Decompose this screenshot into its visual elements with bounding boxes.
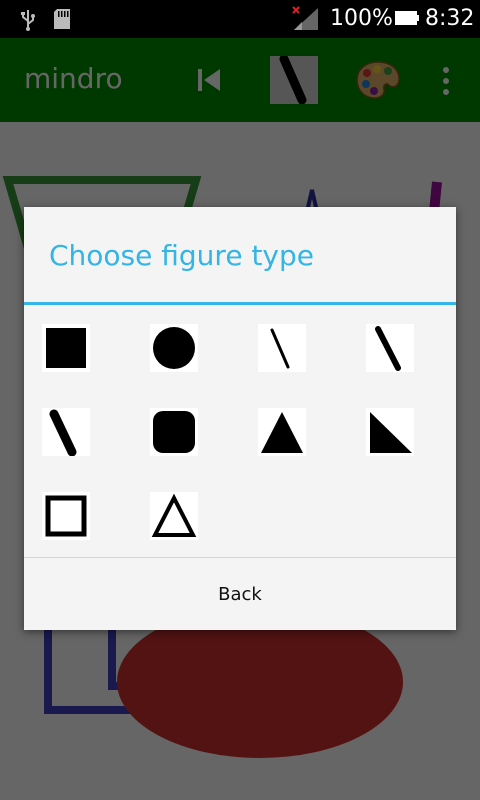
battery-percent: 100% [330,6,393,31]
thin-line-icon[interactable] [258,324,306,372]
status-bar: 100% 8:32 [0,0,480,38]
sd-card-icon [54,9,70,29]
back-button[interactable]: Back [24,558,456,630]
dialog-title: Choose figure type [49,239,315,272]
medium-line-icon[interactable] [366,324,414,372]
battery-icon [395,11,419,25]
thick-line-icon[interactable] [42,408,90,456]
filled-right-triangle-icon[interactable] [366,408,414,456]
filled-square-icon[interactable] [42,324,90,372]
filled-circle-icon[interactable] [150,324,198,372]
clock: 8:32 [425,6,475,31]
dialog-title-divider [24,302,456,305]
choose-figure-dialog: Choose figure type Back [24,207,456,630]
filled-rounded-square-icon[interactable] [150,408,198,456]
outline-square-icon[interactable] [42,492,90,540]
usb-icon [21,10,35,31]
outline-triangle-icon[interactable] [150,492,198,540]
signal-icon [292,6,318,30]
filled-triangle-icon[interactable] [258,408,306,456]
